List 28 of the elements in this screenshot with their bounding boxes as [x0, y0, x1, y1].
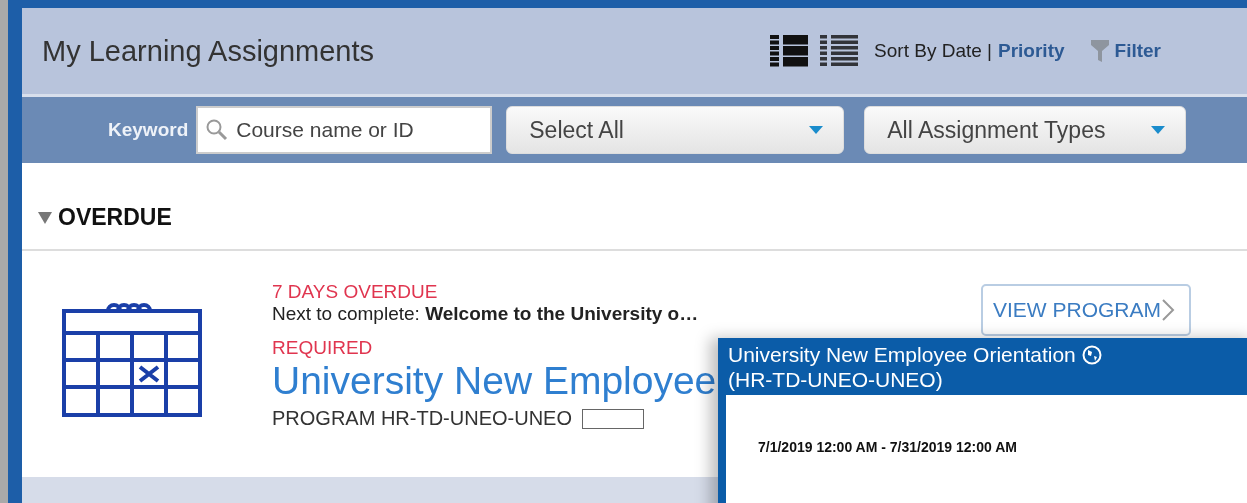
popup-subtitle: (HR-TD-UNEO-UNEO)	[728, 368, 943, 391]
page-title: My Learning Assignments	[42, 34, 376, 68]
overdue-status: 7 DAYS OVERDUE	[272, 281, 439, 303]
compact-list-icon[interactable]	[818, 33, 861, 69]
section-toggle[interactable]: OVERDUE	[38, 204, 172, 231]
next-to-complete: Next to complete: Welcome to the University o…	[272, 303, 700, 325]
keyword-label: Keyword	[108, 119, 189, 141]
chevron-icon	[1161, 298, 1175, 322]
sort-option[interactable]: Priority	[992, 40, 1071, 62]
funnel-icon	[1090, 40, 1109, 62]
list-view-icon[interactable]	[768, 33, 811, 69]
search-icon	[206, 119, 229, 141]
view-program-button[interactable]: VIEW PROGRAM	[981, 284, 1191, 336]
required-label: REQUIRED	[272, 337, 374, 359]
globe-icon	[1081, 345, 1102, 365]
empty-tag	[582, 408, 644, 429]
filter-button[interactable]: Filter	[1084, 39, 1167, 63]
caret-icon	[809, 126, 824, 134]
date-range: 7/1/2019 12:00 AM - 7/31/2019 12:00 AM	[758, 439, 1018, 455]
dropdown[interactable]: Select All	[506, 106, 845, 154]
sort-label: Sort By Date |	[874, 40, 992, 62]
caret-icon	[1151, 126, 1166, 134]
dropdown[interactable]: All Assignment Types	[864, 106, 1187, 154]
triangle-icon	[38, 211, 52, 224]
program-code: PROGRAM HR-TD-UNEO-UNEO	[272, 407, 572, 430]
search-field[interactable]: Course name or ID	[196, 106, 493, 154]
course-title-link[interactable]: University New Employee	[272, 359, 717, 403]
popup-title: University New Employee Orientation	[728, 343, 1076, 366]
